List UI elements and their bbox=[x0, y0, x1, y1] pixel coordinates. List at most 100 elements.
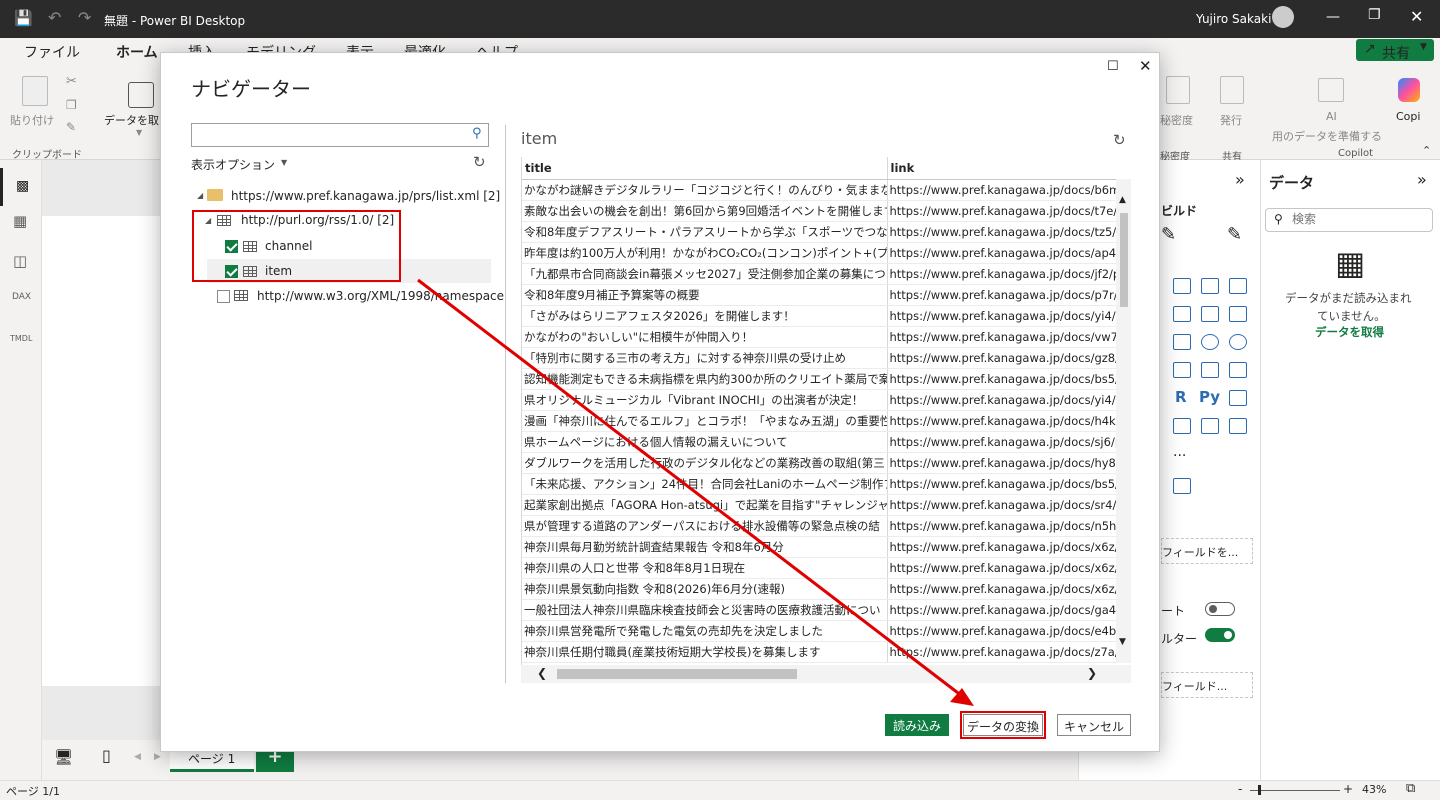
cell-title[interactable]: 県ホームページにおける個人情報の漏えいについて bbox=[522, 431, 888, 453]
cell-link[interactable]: https://www.pref.kanagawa.jp/docs/jf2/pr… bbox=[887, 263, 1131, 285]
table-row[interactable]: かながわの"おいしい"に相模牛が仲間入り！ https://www.pref.ka… bbox=[522, 326, 1131, 348]
stacked-chart-icon[interactable] bbox=[1229, 278, 1247, 294]
cut-icon[interactable]: ✂ bbox=[66, 74, 77, 89]
toggle-1[interactable] bbox=[1205, 602, 1235, 616]
table-row[interactable]: 一般社団法人神奈川県臨床検査技師会と災害時の医療救護活動につい https://w… bbox=[522, 599, 1131, 621]
get-data-label[interactable]: データを取 bbox=[104, 112, 159, 128]
get-data-link[interactable]: データを取得 bbox=[1315, 324, 1384, 340]
dialog-close-icon[interactable]: ✕ bbox=[1139, 57, 1152, 75]
gauge-icon[interactable] bbox=[1173, 362, 1191, 378]
zoom-in-button[interactable]: + bbox=[1343, 782, 1353, 796]
column-chart-icon[interactable] bbox=[1173, 278, 1191, 294]
copilot-icon[interactable] bbox=[1398, 78, 1420, 102]
zoom-out-button[interactable]: - bbox=[1238, 782, 1242, 796]
navigator-search-input[interactable] bbox=[196, 127, 464, 141]
cell-link[interactable]: https://www.pref.kanagawa.jp/docs/sr4/pr… bbox=[887, 494, 1131, 516]
cell-title[interactable]: 素敵な出会いの機会を創出！第6回から第9回婚活イベントを開催します bbox=[522, 200, 888, 222]
minimize-icon[interactable]: — bbox=[1326, 9, 1340, 25]
collapse-data-pane-icon[interactable]: » bbox=[1417, 170, 1427, 189]
tree-namespace[interactable]: http://www.w3.org/XML/1998/namespace bbox=[257, 289, 504, 303]
table-row[interactable]: ダブルワークを活用した行政のデジタル化などの業務改善の取組(第三 https://… bbox=[522, 452, 1131, 474]
cell-title[interactable]: 神奈川県毎月勤労統計調査結果報告 令和8年6月分 bbox=[522, 536, 888, 558]
table-row[interactable]: 素敵な出会いの機会を創出！第6回から第9回婚活イベントを開催します https:/… bbox=[522, 200, 1131, 222]
table-row[interactable]: 県オリジナルミュージカル「Vibrant INOCHI」の出演者が決定！ http… bbox=[522, 389, 1131, 411]
share-button[interactable]: ↗ 共有 ▼ bbox=[1356, 39, 1434, 62]
sensitivity-icon[interactable] bbox=[1166, 76, 1190, 104]
mobile-layout-icon[interactable]: ▯ bbox=[102, 746, 111, 765]
dialog-maximize-icon[interactable]: ☐ bbox=[1107, 59, 1119, 74]
cell-link[interactable]: https://www.pref.kanagawa.jp/docs/sj6/pr… bbox=[887, 431, 1131, 453]
cell-title[interactable]: 令和8年度デフアスリート・パラアスリートから学ぶ「スポーツでつながろう bbox=[522, 221, 888, 243]
donut-chart-icon[interactable] bbox=[1229, 334, 1247, 350]
save-icon[interactable]: 💾 bbox=[14, 9, 33, 27]
table-row[interactable]: 神奈川県毎月勤労統計調査結果報告 令和8年6月分 https://www.pref… bbox=[522, 536, 1131, 558]
zoom-slider[interactable] bbox=[1250, 785, 1340, 795]
scroll-up-icon[interactable]: ▲ bbox=[1119, 195, 1126, 205]
waterfall-chart-icon[interactable] bbox=[1229, 306, 1247, 322]
toggle-2[interactable] bbox=[1205, 628, 1235, 642]
publish-label[interactable]: 発行 bbox=[1220, 112, 1242, 128]
table-row[interactable]: 「未来応援、アクション」24件目！合同会社Laniのホームページ制作ブラ http… bbox=[522, 473, 1131, 495]
table-row[interactable]: 漫画「神奈川に住んでるエルフ」とコラボ！「やまなみ五湖」の重要性を https:/… bbox=[522, 410, 1131, 432]
cell-title[interactable]: 神奈川県任期付職員(産業技術短期大学校長)を募集します bbox=[522, 641, 888, 663]
navigator-search-box[interactable]: ⚲ bbox=[191, 123, 489, 147]
table-row[interactable]: 神奈川県任期付職員(産業技術短期大学校長)を募集します https://www.p… bbox=[522, 641, 1131, 663]
scroll-thumb-vertical[interactable] bbox=[1120, 213, 1128, 307]
cell-link[interactable]: https://www.pref.kanagawa.jp/docs/ga4/pr… bbox=[887, 599, 1131, 621]
smart-narrative-icon[interactable] bbox=[1201, 418, 1219, 434]
cell-title[interactable]: かながわの"おいしい"に相模牛が仲間入り！ bbox=[522, 326, 888, 348]
cell-link[interactable]: https://www.pref.kanagawa.jp/docs/tz5/pr… bbox=[887, 221, 1131, 243]
collapse-ribbon-icon[interactable]: ⌃ bbox=[1422, 144, 1431, 157]
cell-title[interactable]: 一般社団法人神奈川県臨床検査技師会と災害時の医療救護活動につい bbox=[522, 599, 888, 621]
cell-title[interactable]: 認知機能測定もできる未病指標を県内約300か所のクリエイト薬局で案内 bbox=[522, 368, 888, 390]
table-row[interactable]: 神奈川県景気動向指数 令和8(2026)年6月分(速報) https://www.… bbox=[522, 578, 1131, 600]
cell-link[interactable]: https://www.pref.kanagawa.jp/docs/t7e/pr… bbox=[887, 200, 1131, 222]
dax-query-icon[interactable]: DAX bbox=[12, 292, 31, 302]
format-visual-icon[interactable]: ✎ bbox=[1227, 224, 1242, 245]
cell-link[interactable]: https://www.pref.kanagawa.jp/docs/x6z/pr… bbox=[887, 536, 1131, 558]
cell-link[interactable]: https://www.pref.kanagawa.jp/docs/vw7/pr… bbox=[887, 326, 1131, 348]
ai-label[interactable]: AI bbox=[1326, 110, 1337, 123]
report-view-icon[interactable]: ▩ bbox=[0, 168, 42, 206]
ai-sub-label[interactable]: 用のデータを準備する bbox=[1272, 128, 1382, 144]
paste-icon[interactable] bbox=[22, 76, 48, 106]
namespace-checkbox[interactable] bbox=[217, 290, 230, 303]
refresh-icon[interactable]: ↻ bbox=[473, 153, 486, 171]
cell-title[interactable]: 神奈川県の人口と世帯 令和8年8月1日現在 bbox=[522, 557, 888, 579]
format-painter-icon[interactable]: ✎ bbox=[66, 120, 76, 134]
maximize-icon[interactable]: ❐ bbox=[1368, 7, 1381, 23]
add-field-well-2[interactable]: フィールド... bbox=[1161, 672, 1253, 698]
avatar[interactable] bbox=[1272, 6, 1294, 28]
data-search-box[interactable]: ⚲ bbox=[1265, 208, 1433, 232]
column-header-title[interactable]: title bbox=[522, 157, 888, 180]
copilot-label[interactable]: Copi bbox=[1396, 110, 1420, 123]
display-options-dropdown[interactable]: 表示オプション bbox=[191, 156, 275, 173]
cell-link[interactable]: https://www.pref.kanagawa.jp/docs/z7a/pr… bbox=[887, 641, 1131, 663]
build-visual-icon[interactable]: ✎ bbox=[1161, 224, 1176, 245]
cell-title[interactable]: 漫画「神奈川に住んでるエルフ」とコラボ！「やまなみ五湖」の重要性を bbox=[522, 410, 888, 432]
redo-icon[interactable]: ↷ bbox=[78, 8, 91, 27]
table-row[interactable]: 昨年度は約100万人が利用！かながわCO₂CO₂(コンコン)ポイント+(プラス h… bbox=[522, 242, 1131, 264]
scroll-down-icon[interactable]: ▼ bbox=[1119, 637, 1126, 647]
page-prev-icon[interactable]: ◀ bbox=[134, 752, 141, 762]
table-view-icon[interactable]: ▦ bbox=[13, 212, 27, 230]
table-row[interactable]: 令和8年度9月補正予算案等の概要 https://www.pref.kanagaw… bbox=[522, 284, 1131, 306]
cell-title[interactable]: 県オリジナルミュージカル「Vibrant INOCHI」の出演者が決定！ bbox=[522, 389, 888, 411]
cell-link[interactable]: https://www.pref.kanagawa.jp/docs/b6m/pr… bbox=[887, 179, 1131, 201]
table-row[interactable]: 認知機能測定もできる未病指標を県内約300か所のクリエイト薬局で案内 https:… bbox=[522, 368, 1131, 390]
menu-home[interactable]: ホーム bbox=[116, 42, 158, 62]
page-next-icon[interactable]: ▶ bbox=[154, 752, 161, 762]
table-row[interactable]: 「特別市に関する三市の考え方」に対する神奈川県の受け止め https://www.… bbox=[522, 347, 1131, 369]
cell-title[interactable]: 「九都県市合同商談会in幕張メッセ2027」受注側参加企業の募集につい bbox=[522, 263, 888, 285]
table-row[interactable]: 「さがみはらリニアフェスタ2026」を開催します！ https://www.pre… bbox=[522, 305, 1131, 327]
horizontal-scrollbar[interactable]: ❮ ❯ bbox=[521, 665, 1131, 683]
ribbon-chart-icon[interactable] bbox=[1201, 306, 1219, 322]
data-search-input[interactable] bbox=[1292, 212, 1422, 226]
table-row[interactable]: 「九都県市合同商談会in幕張メッセ2027」受注側参加企業の募集につい https… bbox=[522, 263, 1131, 285]
scroll-thumb-horizontal[interactable] bbox=[557, 669, 797, 679]
column-header-link[interactable]: link bbox=[887, 157, 1131, 180]
cell-link[interactable]: https://www.pref.kanagawa.jp/docs/ap4/pr… bbox=[887, 242, 1131, 264]
area-chart-icon[interactable] bbox=[1173, 306, 1191, 322]
cell-link[interactable]: https://www.pref.kanagawa.jp/docs/n5h/pr… bbox=[887, 515, 1131, 537]
table-row[interactable]: 起業家創出拠点「AGORA Hon-atsugi」で起業を目指す"チャレンジャー… bbox=[522, 494, 1131, 516]
